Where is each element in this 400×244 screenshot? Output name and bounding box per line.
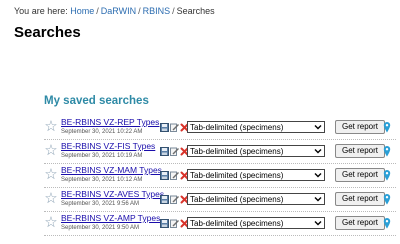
saved-search-link[interactable]: BE-RBINS VZ-REP Types — [61, 117, 159, 127]
edit-icon[interactable] — [170, 219, 179, 228]
edit-icon[interactable] — [170, 147, 179, 156]
get-report-button[interactable]: Get report — [335, 144, 386, 158]
map-pin-icon[interactable] — [383, 169, 391, 181]
saved-search-row: ☆ BE-RBINS VZ-REP Types September 30, 20… — [44, 116, 396, 140]
breadcrumb-prefix: You are here: — [14, 6, 68, 16]
map-pin-icon[interactable] — [383, 193, 391, 205]
row-actions — [160, 218, 189, 228]
saved-search-date: September 30, 2021 10:12 AM — [61, 177, 143, 183]
map-pin-icon[interactable] — [383, 217, 391, 229]
report-format-select[interactable]: Tab-delimited (specimens) — [187, 217, 325, 229]
get-report-button[interactable]: Get report — [335, 120, 386, 134]
row-actions — [160, 146, 189, 156]
star-icon[interactable]: ☆ — [44, 167, 58, 182]
row-actions — [160, 122, 189, 132]
page-title: Searches — [14, 24, 81, 41]
breadcrumb-home[interactable]: Home — [70, 6, 94, 16]
report-format-select[interactable]: Tab-delimited (specimens) — [187, 121, 325, 133]
row-actions — [160, 194, 189, 204]
saved-search-date: September 30, 2021 10:22 AM — [61, 129, 143, 135]
get-report-button[interactable]: Get report — [335, 216, 386, 230]
map-pin-icon[interactable] — [383, 145, 391, 157]
saved-search-row: ☆ BE-RBINS VZ-FIS Types September 30, 20… — [44, 140, 396, 164]
saved-search-date: September 30, 2021 9:50 AM — [61, 225, 140, 231]
breadcrumb: You are here: Home / DaRWIN / RBINS / Searches — [14, 6, 215, 16]
get-report-button[interactable]: Get report — [335, 192, 386, 206]
save-icon[interactable] — [160, 194, 169, 204]
breadcrumb-darwin[interactable]: DaRWIN — [101, 6, 136, 16]
saved-searches-list: ☆ BE-RBINS VZ-REP Types September 30, 20… — [44, 116, 396, 236]
report-format-select[interactable]: Tab-delimited (specimens) — [187, 145, 325, 157]
saved-search-link[interactable]: BE-RBINS VZ-AMP Types — [61, 213, 160, 223]
saved-search-date: September 30, 2021 10:19 AM — [61, 153, 143, 159]
map-pin-icon[interactable] — [383, 121, 391, 133]
star-icon[interactable]: ☆ — [44, 215, 58, 230]
saved-search-link[interactable]: BE-RBINS VZ-MAM Types — [61, 165, 162, 175]
report-format-select[interactable]: Tab-delimited (specimens) — [187, 193, 325, 205]
star-icon[interactable]: ☆ — [44, 191, 58, 206]
saved-search-row: ☆ BE-RBINS VZ-MAM Types September 30, 20… — [44, 164, 396, 188]
edit-icon[interactable] — [170, 171, 179, 180]
star-icon[interactable]: ☆ — [44, 119, 58, 134]
section-title: My saved searches — [44, 95, 149, 107]
save-icon[interactable] — [160, 122, 169, 132]
star-icon[interactable]: ☆ — [44, 143, 58, 158]
save-icon[interactable] — [160, 170, 169, 180]
breadcrumb-current: Searches — [176, 6, 215, 16]
saved-search-date: September 30, 2021 9:56 AM — [61, 201, 140, 207]
save-icon[interactable] — [160, 146, 169, 156]
saved-search-link[interactable]: BE-RBINS VZ-AVES Types — [61, 189, 164, 199]
get-report-button[interactable]: Get report — [335, 168, 386, 182]
row-actions — [160, 170, 189, 180]
saved-search-link[interactable]: BE-RBINS VZ-FIS Types — [61, 141, 155, 151]
edit-icon[interactable] — [170, 195, 179, 204]
breadcrumb-rbins[interactable]: RBINS — [143, 6, 171, 16]
report-format-select[interactable]: Tab-delimited (specimens) — [187, 169, 325, 181]
saved-search-row: ☆ BE-RBINS VZ-AMP Types September 30, 20… — [44, 212, 396, 236]
saved-search-row: ☆ BE-RBINS VZ-AVES Types September 30, 2… — [44, 188, 396, 212]
save-icon[interactable] — [160, 218, 169, 228]
edit-icon[interactable] — [170, 123, 179, 132]
